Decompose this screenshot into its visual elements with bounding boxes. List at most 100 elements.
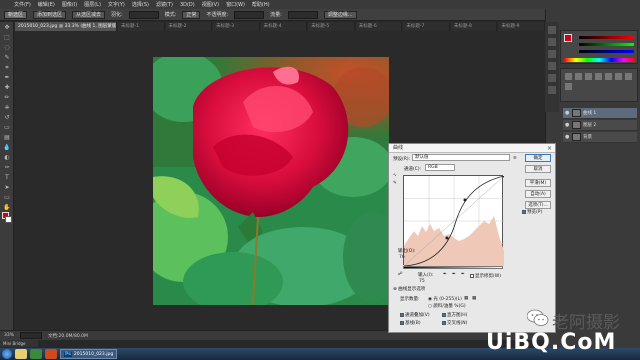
cancel-button[interactable]: 取消 xyxy=(525,165,551,173)
smooth-button[interactable]: 平滑(M) xyxy=(525,179,551,187)
black-white-adjustment-icon[interactable] xyxy=(565,83,572,90)
document-tab[interactable]: 未标题-6 xyxy=(355,22,403,31)
document-info[interactable]: 文档:20.0M/80.0M xyxy=(48,333,88,339)
background-color-swatch[interactable] xyxy=(5,216,12,223)
menu-item-2[interactable]: 图像(I) xyxy=(62,1,77,8)
eyedropper-tool-icon[interactable]: ✒ xyxy=(3,74,11,82)
history-panel-icon[interactable] xyxy=(548,26,556,34)
curves-adjustment-icon[interactable] xyxy=(585,73,592,80)
close-icon[interactable]: × xyxy=(547,144,552,153)
pigment-radio[interactable]: ○ 颜料/油墨 %(G) xyxy=(428,303,466,309)
menu-item-10[interactable]: 帮助(H) xyxy=(252,1,270,8)
vibrance-adjustment-icon[interactable] xyxy=(605,73,612,80)
rose-photo[interactable] xyxy=(153,57,389,305)
grid-simple-icon[interactable]: ▦ xyxy=(464,296,468,301)
hand-tool-icon[interactable]: ✋ xyxy=(3,204,11,212)
document-tab[interactable]: 未标题-8 xyxy=(450,22,498,31)
menu-item-0[interactable]: 文件(F) xyxy=(14,1,31,8)
menu-item-7[interactable]: 3D(D) xyxy=(180,2,195,8)
refine-edge-button[interactable]: 调整边缘... xyxy=(323,10,357,19)
curves-graph[interactable] xyxy=(403,174,506,267)
document-tab[interactable]: 2015010_023.jpg @ 33.3% (曲线 1, 图层蒙版/8) × xyxy=(15,22,117,31)
properties-panel-icon[interactable] xyxy=(548,86,556,94)
crop-tool-icon[interactable]: ⌗ xyxy=(3,64,11,72)
brightness-adjustment-icon[interactable] xyxy=(565,73,572,80)
opacity-input[interactable] xyxy=(234,10,265,19)
curve-pencil-tool-icon[interactable]: ✎ xyxy=(393,181,397,186)
character-panel-icon[interactable] xyxy=(548,50,556,58)
black-eyedropper-icon[interactable]: ✒ xyxy=(443,272,447,277)
move-tool-icon[interactable]: ✥ xyxy=(3,24,11,32)
color-balance-adjustment-icon[interactable] xyxy=(625,73,632,80)
gradient-tool-icon[interactable]: ▤ xyxy=(3,134,11,142)
auto-button[interactable]: 自动(A) xyxy=(525,190,551,198)
history-brush-tool-icon[interactable]: ↺ xyxy=(3,114,11,122)
zoom-level[interactable]: 33% xyxy=(4,333,14,338)
menu-item-9[interactable]: 窗口(W) xyxy=(226,1,245,8)
document-tab[interactable]: 未标题-9 xyxy=(498,22,546,31)
white-eyedropper-icon[interactable]: ✒ xyxy=(461,272,465,277)
hue-saturation-adjustment-icon[interactable] xyxy=(615,73,622,80)
grid-detailed-icon[interactable]: ▩ xyxy=(472,296,476,301)
actions-panel-icon[interactable] xyxy=(548,38,556,46)
menu-item-8[interactable]: 视图(V) xyxy=(202,1,219,8)
app-taskbar-icon[interactable] xyxy=(45,349,57,359)
start-button-icon[interactable] xyxy=(2,349,12,359)
channel-select[interactable]: RGB xyxy=(425,164,455,171)
flow-input[interactable] xyxy=(287,10,318,19)
curve-display-options-toggle[interactable]: ⊗ 曲线显示选项 xyxy=(393,286,425,292)
light-radio[interactable]: ◉ 光 (0-255)(L) xyxy=(428,296,462,302)
levels-adjustment-icon[interactable] xyxy=(575,73,582,80)
brush-panel-icon[interactable] xyxy=(548,74,556,82)
menu-item-6[interactable]: 滤镜(T) xyxy=(156,1,173,8)
feather-input[interactable] xyxy=(128,10,159,19)
output-value[interactable]: 76 xyxy=(399,255,405,260)
dodge-tool-icon[interactable]: ◐ xyxy=(3,154,11,162)
exposure-adjustment-icon[interactable] xyxy=(595,73,602,80)
options-button[interactable]: 选项(T)... xyxy=(525,201,551,209)
eye-icon[interactable]: ● xyxy=(565,110,570,116)
gray-eyedropper-icon[interactable]: ✒ xyxy=(452,272,456,277)
layer-row[interactable]: ● 图层 2 xyxy=(563,120,637,131)
document-tab[interactable]: 未标题-1 xyxy=(117,22,165,31)
subtract-selection-button[interactable]: 从选区减去 xyxy=(72,10,106,19)
eye-icon[interactable]: ● xyxy=(565,134,570,140)
marquee-tool-icon[interactable]: ⬚ xyxy=(3,34,11,42)
type-tool-icon[interactable]: T xyxy=(3,174,11,182)
input-value[interactable]: 75 xyxy=(419,279,425,284)
stamp-tool-icon[interactable]: ⎈ xyxy=(3,104,11,112)
add-selection-button[interactable]: 添加到选区 xyxy=(33,10,67,19)
lasso-tool-icon[interactable]: ◌ xyxy=(3,44,11,52)
zoom-field[interactable] xyxy=(20,332,43,339)
mini-bridge-tab[interactable]: Mini Bridge xyxy=(0,340,38,347)
shape-tool-icon[interactable]: ▭ xyxy=(3,194,11,202)
eraser-tool-icon[interactable]: ▭ xyxy=(3,124,11,132)
explorer-taskbar-icon[interactable] xyxy=(15,349,27,359)
preview-checkbox[interactable]: 预览(P) xyxy=(522,209,542,215)
menu-item-5[interactable]: 选择(S) xyxy=(132,1,149,8)
document-tab[interactable]: 未标题-3 xyxy=(213,22,260,31)
document-tab[interactable]: 未标题-5 xyxy=(308,22,355,31)
eye-icon[interactable]: ● xyxy=(565,122,570,128)
blur-tool-icon[interactable]: 💧 xyxy=(3,144,11,152)
histogram-checkbox[interactable]: 直方图(H) xyxy=(442,312,467,318)
mode-select[interactable]: 正常 xyxy=(182,10,201,19)
menu-item-1[interactable]: 编辑(E) xyxy=(38,1,55,8)
green-slider[interactable] xyxy=(579,43,634,46)
menu-item-4[interactable]: 文字(Y) xyxy=(108,1,125,8)
show-clipping-checkbox[interactable]: 显示修剪(W) xyxy=(470,273,501,279)
document-tab[interactable]: 未标题-4 xyxy=(260,22,308,31)
layer-row[interactable]: ● 背景 xyxy=(563,132,637,143)
pen-tool-icon[interactable]: ✑ xyxy=(3,164,11,172)
menu-item-3[interactable]: 图层(L) xyxy=(84,1,101,8)
healing-tool-icon[interactable]: ✚ xyxy=(3,84,11,92)
color-panel-foreground-swatch[interactable] xyxy=(564,34,572,42)
preset-select[interactable]: 默认值 xyxy=(412,154,510,161)
target-adjust-icon[interactable]: ☍ xyxy=(398,272,403,277)
color-spectrum[interactable] xyxy=(564,58,635,62)
intersection-checkbox[interactable]: 交叉线(N) xyxy=(442,320,467,326)
ok-button[interactable]: 确定 xyxy=(525,154,551,162)
document-tab[interactable]: 未标题-2 xyxy=(165,22,213,31)
path-select-tool-icon[interactable]: ➤ xyxy=(3,184,11,192)
brush-tool-icon[interactable]: ✏ xyxy=(3,94,11,102)
